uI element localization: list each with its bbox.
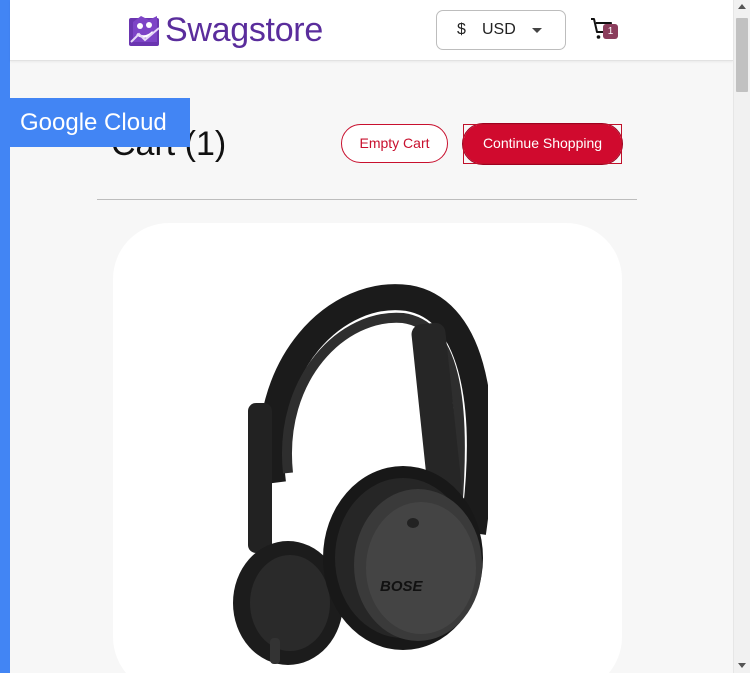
scroll-thumb[interactable] (736, 18, 748, 92)
cart-count-badge: 1 (603, 24, 618, 39)
bose-logo-text: BOSE (380, 578, 424, 595)
vertical-scrollbar[interactable] (733, 0, 750, 673)
currency-symbol: $ (457, 21, 466, 38)
site-logo[interactable]: Swagstore (127, 11, 323, 49)
google-cloud-banner: Google Cloud (10, 98, 190, 147)
dog-logo-icon (129, 16, 160, 46)
left-accent-stripe (0, 0, 10, 673)
empty-cart-button[interactable]: Empty Cart (341, 124, 448, 163)
currency-select[interactable]: $ USD (436, 10, 566, 50)
product-card: BOSE (113, 223, 622, 673)
brand-name: Swagstore (165, 11, 323, 49)
continue-shopping-button[interactable]: Continue Shopping (462, 123, 623, 165)
headphones-image[interactable]: BOSE (218, 283, 488, 673)
scroll-up-arrow-icon[interactable] (738, 4, 746, 9)
divider (97, 199, 637, 200)
scroll-down-arrow-icon[interactable] (738, 663, 746, 668)
top-header: Swagstore $ USD 1 (10, 0, 733, 61)
currency-code: USD (482, 21, 516, 38)
chevron-down-icon (532, 28, 542, 33)
